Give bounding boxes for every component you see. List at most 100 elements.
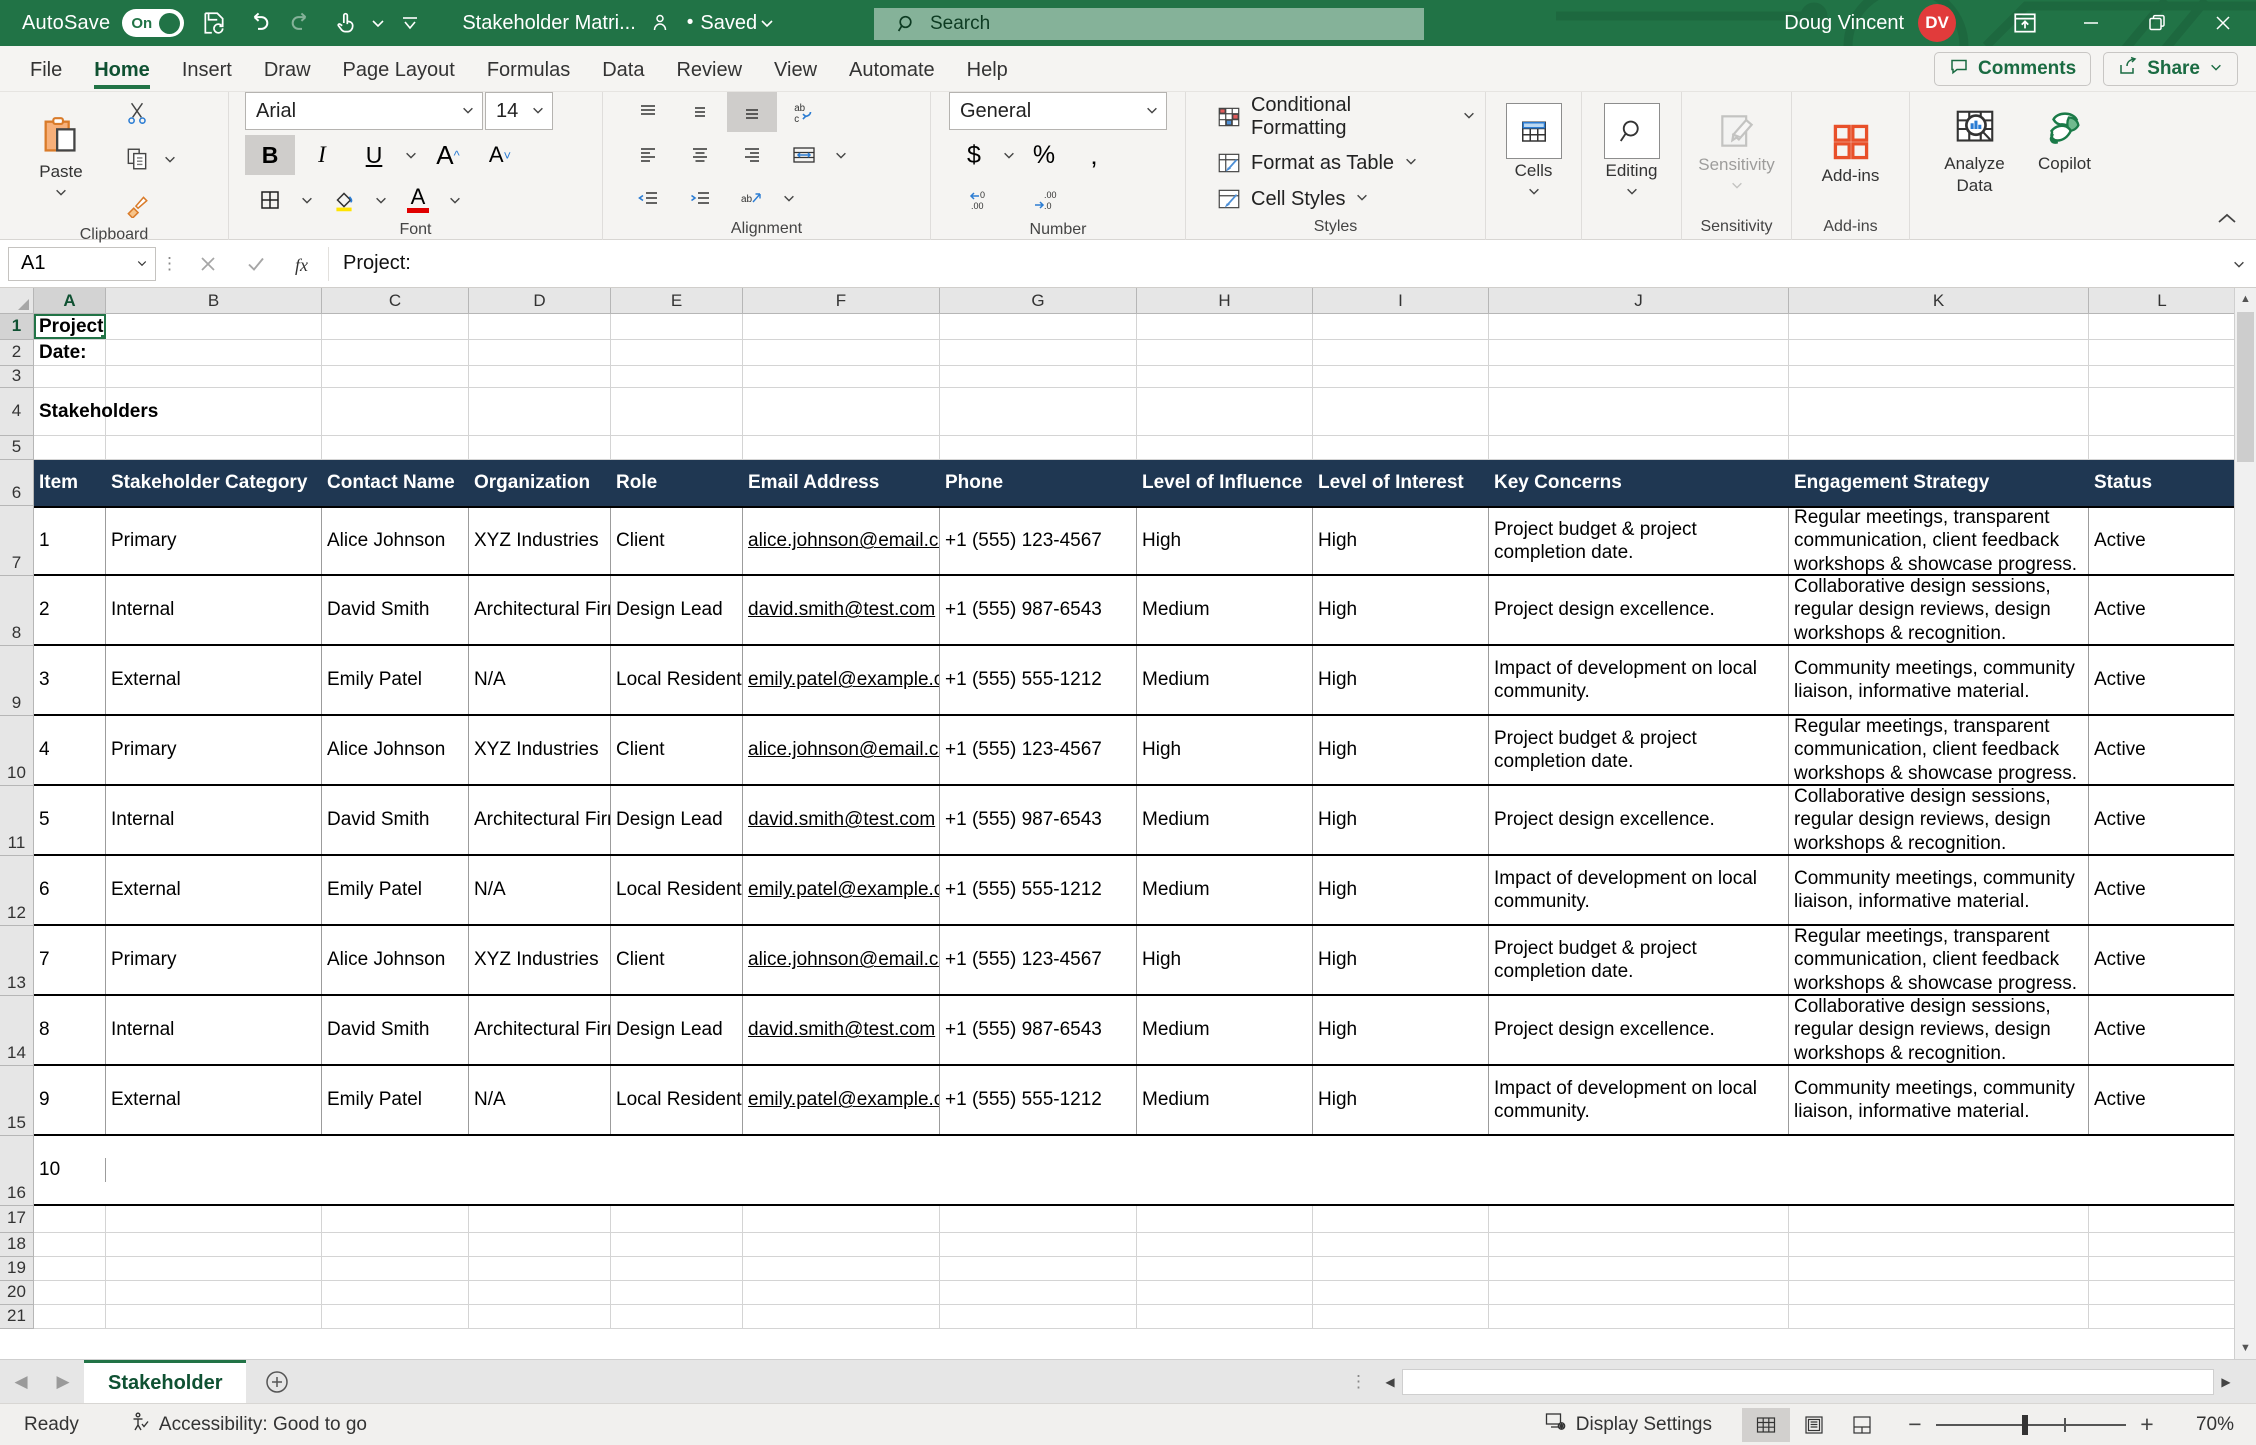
row-header-5[interactable]: 5 bbox=[0, 436, 33, 460]
cell-role-row5[interactable]: Design Lead bbox=[611, 786, 743, 854]
decrease-indent-button[interactable] bbox=[623, 178, 673, 218]
table-header-strategy[interactable]: Engagement Strategy bbox=[1789, 471, 2089, 494]
cell-I5[interactable] bbox=[1313, 436, 1489, 459]
cell-C18[interactable] bbox=[322, 1233, 469, 1256]
cell-email-row8-text[interactable]: david.smith@test.com bbox=[743, 1018, 940, 1041]
cell-C4[interactable] bbox=[322, 388, 469, 435]
cell-influence-row6[interactable]: Medium bbox=[1137, 856, 1313, 924]
autosave-toggle[interactable]: AutoSave On bbox=[22, 9, 184, 37]
conditional-formatting-button[interactable]: Conditional Formatting bbox=[1216, 94, 1477, 140]
cell-status-row4[interactable]: Active bbox=[2089, 716, 2236, 784]
cell-role-row4[interactable]: Client bbox=[611, 716, 743, 784]
decrease-decimal-button[interactable]: .00 .0 bbox=[1021, 180, 1071, 220]
cell-F17[interactable] bbox=[743, 1206, 940, 1232]
increase-decimal-button[interactable]: 0 .00 bbox=[957, 180, 1007, 220]
font-color-button[interactable]: A bbox=[393, 180, 443, 220]
cell-C2[interactable] bbox=[322, 340, 469, 365]
cell-I2[interactable] bbox=[1313, 340, 1489, 365]
table-header-status[interactable]: Status bbox=[2089, 471, 2236, 494]
cell-strategy-row2[interactable]: Collaborative design sessions, regular d… bbox=[1789, 576, 2089, 644]
cell-category-row2[interactable]: Internal bbox=[106, 576, 322, 644]
cell-H17[interactable] bbox=[1137, 1206, 1313, 1232]
column-header-E[interactable]: E bbox=[611, 288, 743, 313]
cell-H1[interactable] bbox=[1137, 314, 1313, 339]
copy-button[interactable] bbox=[114, 138, 160, 180]
confirm-edit-icon[interactable] bbox=[232, 247, 280, 281]
horizontal-scroll-track[interactable] bbox=[1402, 1369, 2214, 1395]
italic-button[interactable]: I bbox=[297, 135, 347, 175]
table-header-influence[interactable]: Level of Influence bbox=[1137, 471, 1313, 494]
copy-chevron-down-icon[interactable] bbox=[160, 152, 180, 166]
cell-G2[interactable] bbox=[940, 340, 1137, 365]
cell-D1[interactable] bbox=[469, 314, 611, 339]
cell-interest-row3[interactable]: High bbox=[1313, 646, 1489, 714]
cell-item-row5[interactable]: 5 bbox=[34, 786, 106, 854]
cell-A1[interactable]: Project: bbox=[34, 314, 106, 339]
cell-influence-row3[interactable]: Medium bbox=[1137, 646, 1313, 714]
align-left-button[interactable] bbox=[623, 135, 673, 175]
cell-status-row7[interactable]: Active bbox=[2089, 926, 2236, 994]
cell-strategy-row3[interactable]: Community meetings, community liaison, i… bbox=[1789, 646, 2089, 714]
zoom-in-button[interactable]: + bbox=[2132, 1411, 2162, 1438]
column-header-I[interactable]: I bbox=[1313, 288, 1489, 313]
cell-interest-row2[interactable]: High bbox=[1313, 576, 1489, 644]
align-center-button[interactable] bbox=[675, 135, 725, 175]
close-button[interactable] bbox=[2190, 0, 2256, 46]
restore-button[interactable] bbox=[2124, 0, 2190, 46]
cell-A21[interactable] bbox=[34, 1305, 106, 1328]
row-header-3[interactable]: 3 bbox=[0, 366, 33, 388]
cell-K18[interactable] bbox=[1789, 1233, 2089, 1256]
cell-status-row1[interactable]: Active bbox=[2089, 508, 2236, 574]
cell-email-row1[interactable]: alice.johnson@email.com bbox=[743, 508, 940, 574]
cell-I3[interactable] bbox=[1313, 366, 1489, 387]
cell-email-row4-text[interactable]: alice.johnson@email.com bbox=[743, 738, 940, 761]
row-header-10[interactable]: 10 bbox=[0, 716, 33, 786]
avatar[interactable]: DV bbox=[1918, 4, 1956, 42]
cell-J5[interactable] bbox=[1489, 436, 1789, 459]
cell-organization-row7[interactable]: XYZ Industries bbox=[469, 926, 611, 994]
collapse-ribbon-button[interactable] bbox=[2214, 210, 2240, 233]
copilot-button[interactable]: Copilot bbox=[2026, 106, 2104, 174]
cell-concerns-row9[interactable]: Impact of development on local community… bbox=[1489, 1066, 1789, 1134]
sheet-prev-icon[interactable]: ◀ bbox=[14, 1372, 27, 1392]
cell-organization-row1[interactable]: XYZ Industries bbox=[469, 508, 611, 574]
cell-F1[interactable] bbox=[743, 314, 940, 339]
analyze-data-button[interactable]: Analyze Data bbox=[1936, 106, 2014, 195]
cell-D3[interactable] bbox=[469, 366, 611, 387]
cell-D4[interactable] bbox=[469, 388, 611, 435]
cell-B17[interactable] bbox=[106, 1206, 322, 1232]
cell-E17[interactable] bbox=[611, 1206, 743, 1232]
cell-A16[interactable]: 10 bbox=[34, 1158, 106, 1181]
cell-J20[interactable] bbox=[1489, 1281, 1789, 1304]
cell-item-row7[interactable]: 7 bbox=[34, 926, 106, 994]
horizontal-scrollbar[interactable]: ◀ ▶ bbox=[1378, 1369, 2238, 1395]
share-chevron-down-icon[interactable] bbox=[2209, 58, 2223, 80]
cell-K3[interactable] bbox=[1789, 366, 2089, 387]
sheet-split-grip[interactable]: ⋮ bbox=[1350, 1372, 1368, 1392]
table-header-contact[interactable]: Contact Name bbox=[322, 471, 469, 494]
cell-E4[interactable] bbox=[611, 388, 743, 435]
cell-strategy-row5[interactable]: Collaborative design sessions, regular d… bbox=[1789, 786, 2089, 854]
scroll-down-icon[interactable]: ▼ bbox=[2235, 1337, 2256, 1359]
cell-influence-row1[interactable]: High bbox=[1137, 508, 1313, 574]
cell-L1[interactable] bbox=[2089, 314, 2236, 339]
cell-L18[interactable] bbox=[2089, 1233, 2236, 1256]
cell-concerns-row3[interactable]: Impact of development on local community… bbox=[1489, 646, 1789, 714]
cell-J19[interactable] bbox=[1489, 1257, 1789, 1280]
cell-organization-row4[interactable]: XYZ Industries bbox=[469, 716, 611, 784]
cell-contact-row2[interactable]: David Smith bbox=[322, 576, 469, 644]
underline-button[interactable]: U bbox=[349, 135, 399, 175]
cell-D19[interactable] bbox=[469, 1257, 611, 1280]
cell-email-row8[interactable]: david.smith@test.com bbox=[743, 996, 940, 1064]
sheet-nav-arrows[interactable]: ◀ ▶ bbox=[0, 1360, 84, 1403]
cell-organization-row8[interactable]: Architectural Firm bbox=[469, 996, 611, 1064]
cell-J3[interactable] bbox=[1489, 366, 1789, 387]
cell-E5[interactable] bbox=[611, 436, 743, 459]
font-family-select[interactable]: Arial bbox=[245, 92, 483, 130]
cell-H18[interactable] bbox=[1137, 1233, 1313, 1256]
formula-bar-grip[interactable]: ⋮ bbox=[156, 254, 184, 274]
cell-L20[interactable] bbox=[2089, 1281, 2236, 1304]
increase-font-size-button[interactable]: A^ bbox=[423, 135, 473, 175]
row-header-17[interactable]: 17 bbox=[0, 1206, 33, 1233]
row-header-20[interactable]: 20 bbox=[0, 1281, 33, 1305]
